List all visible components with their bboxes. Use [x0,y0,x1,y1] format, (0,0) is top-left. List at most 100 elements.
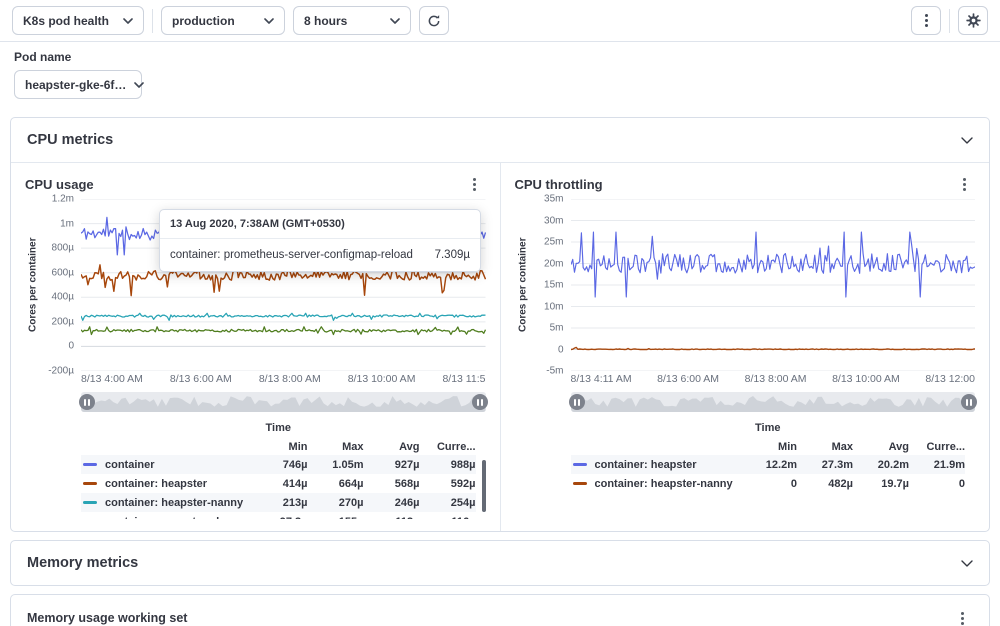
series-stat-value: 155µ [308,516,364,520]
legend-row[interactable]: container: prom-to-sd97.3µ155µ113µ116µ [81,512,476,519]
legend-rows: container746µ1.05m927µ988µcontainer: hea… [81,455,476,519]
y-tick-label: 15m [544,280,563,291]
brush-handle-left[interactable] [79,394,95,410]
cpu-throttling-chart-panel: CPU throttling Cores per container 35m30… [500,163,990,531]
series-stat-value: 0 [741,478,797,490]
y-tick-label: 600µ [52,267,74,278]
toolbar: K8s pod health production 8 hours [0,0,1000,42]
series-stat-value: 12.2m [741,459,797,471]
y-tick-label: 0 [68,341,74,352]
cpu-metrics-accordion-header[interactable]: CPU metrics [11,118,989,162]
x-tick-label: 8/13 12:00 [925,373,975,385]
legend-column-header: Min [741,441,797,453]
series-stat-value: 27.3m [797,459,853,471]
cpu-usage-title: CPU usage [25,177,94,192]
series-color-swatch [573,482,587,485]
y-tick-label: 800µ [52,243,74,254]
cpu-usage-y-axis-label: Cores per container [25,199,41,371]
series-stat-value: 116µ [420,516,476,520]
series-stat-value: 988µ [420,459,476,471]
pod-name-label: Pod name [14,50,986,64]
legend-column-header: Avg [364,441,420,453]
series-color-swatch [573,463,587,466]
x-tick-label: 8/13 6:00 AM [170,373,232,385]
cpu-usage-legend: Time MinMaxAvgCurre... container746µ1.05… [81,422,486,519]
series-stat-value: 592µ [420,478,476,490]
tooltip-timestamp: 13 Aug 2020, 7:38AM (GMT+0530) [160,210,480,239]
dashboard-select-value: K8s pod health [23,14,109,28]
series-stat-value: 97.3µ [252,516,308,520]
environment-select[interactable]: production [161,6,285,35]
y-tick-label: 35m [544,194,563,205]
y-tick-label: 10m [544,301,563,312]
chevron-down-icon [123,18,133,24]
cpu-throttling-options-button[interactable] [953,173,975,195]
x-tick-label: 8/13 6:00 AM [657,373,719,385]
toolbar-divider [949,9,950,33]
tooltip-series-value: 7.309µ [435,249,470,261]
chart-tooltip: 13 Aug 2020, 7:38AM (GMT+0530) container… [159,209,481,272]
x-tick-label: 8/13 4:11 AM [571,373,632,385]
chevron-down-icon [961,560,973,567]
brush-handle-right[interactable] [472,394,488,410]
series-stat-value: 19.7µ [853,478,909,490]
y-tick-label: 1m [60,218,74,229]
vertical-ellipsis-icon [961,612,964,625]
tooltip-series-label: container: prometheus-server-configmap-r… [170,249,413,261]
series-stat-value: 482µ [797,478,853,490]
cpu-usage-time-brush[interactable] [81,392,486,412]
y-tick-label: 1.2m [52,194,74,205]
x-tick-label: 8/13 11:5 [442,373,485,385]
legend-row[interactable]: container746µ1.05m927µ988µ [81,455,476,474]
x-tick-label: 8/13 4:00 AM [81,373,143,385]
cpu-charts-row: CPU usage Cores per container 1.2m 1m 800µ… [11,162,989,531]
series-color-swatch [83,501,97,504]
legend-row[interactable]: container: heapster414µ664µ568µ592µ [81,474,476,493]
overflow-menu-button[interactable] [911,6,941,35]
series-name: container: heapster [105,478,207,490]
series-color-swatch [83,463,97,466]
brush-track[interactable] [571,392,976,412]
filter-bar: Pod name heapster-gke-6f… [0,42,1000,109]
legend-row[interactable]: container: heapster-nanny0482µ19.7µ0 [571,474,966,493]
series-name: container: prom-to-sd [105,516,219,520]
settings-button[interactable] [958,6,988,35]
vertical-ellipsis-icon [963,178,966,191]
memory-usage-title: Memory usage working set [27,611,187,625]
cpu-usage-options-button[interactable] [464,173,486,195]
time-range-select-value: 8 hours [304,14,347,28]
k8s-pod-health-dashboard: K8s pod health production 8 hours [0,0,1000,626]
legend-row[interactable]: container: heapster-nanny213µ270µ246µ254… [81,493,476,512]
x-tick-label: 8/13 8:00 AM [745,373,807,385]
time-range-select[interactable]: 8 hours [293,6,411,35]
brush-track[interactable] [81,392,486,412]
legend-column-header: Min [252,441,308,453]
gear-icon [966,13,981,28]
legend-time-label: Time [571,422,966,438]
cpu-throttling-time-brush[interactable] [571,392,976,412]
series-name: container: heapster [595,459,697,471]
x-tick-label: 8/13 8:00 AM [259,373,321,385]
series-name: container: heapster-nanny [595,478,733,490]
legend-row[interactable]: container: heapster12.2m27.3m20.2m21.9m [571,455,966,474]
pod-name-select-value: heapster-gke-6f… [25,78,126,92]
dashboard-select[interactable]: K8s pod health [12,6,144,35]
cpu-throttling-legend: Time MinMaxAvgCurre... container: heapst… [571,422,976,493]
series-stat-value: 213µ [252,497,308,509]
series-stat-value: 254µ [420,497,476,509]
cpu-throttling-plot[interactable] [571,199,976,371]
x-tick-label: 8/13 10:00 AM [832,373,900,385]
legend-rows: container: heapster12.2m27.3m20.2m21.9mc… [571,455,966,493]
memory-usage-options-button[interactable] [951,607,973,626]
legend-column-header: Max [797,441,853,453]
y-tick-label: 200µ [52,316,74,327]
brush-handle-left[interactable] [569,394,585,410]
refresh-button[interactable] [419,6,449,35]
memory-metrics-accordion-header[interactable]: Memory metrics [11,541,989,585]
legend-scrollbar[interactable] [482,460,486,512]
series-stat-value: 568µ [364,478,420,490]
pod-name-select[interactable]: heapster-gke-6f… [14,70,142,99]
brush-handle-right[interactable] [961,394,977,410]
series-stat-value: 746µ [252,459,308,471]
legend-column-header: Curre... [909,441,965,453]
